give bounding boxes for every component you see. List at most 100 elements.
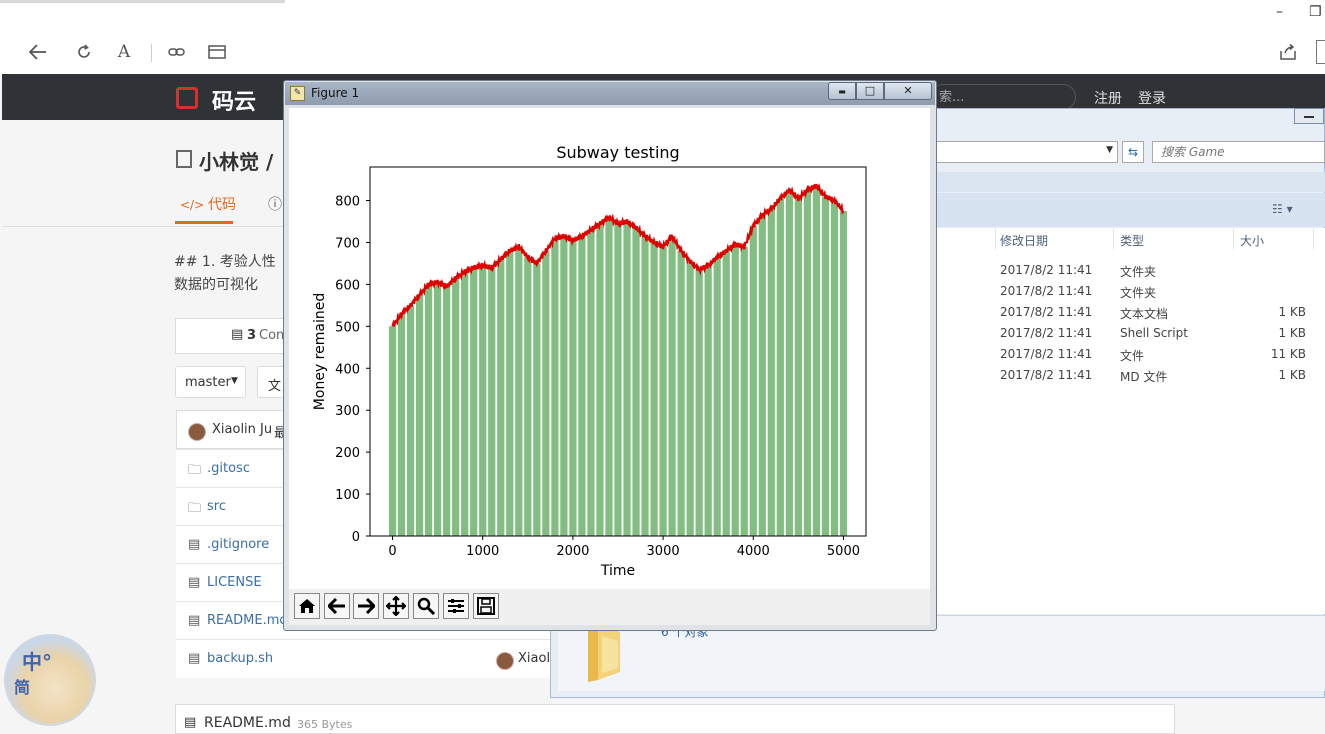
site-search-input[interactable]: 索...: [930, 84, 1076, 110]
figure-maximize-button[interactable]: □: [856, 82, 884, 100]
column-modified[interactable]: 修改日期: [1000, 232, 1048, 249]
x-axis-label: Time: [600, 563, 635, 579]
explorer-row[interactable]: 2017/8/2 11:41 文件夹: [935, 262, 1325, 282]
avatar[interactable]: [496, 652, 514, 670]
address-dropdown[interactable]: ▼: [935, 141, 1118, 163]
explorer-row[interactable]: 2017/8/2 11:41 文本文档 1 KB: [935, 304, 1325, 324]
gitee-logo-icon[interactable]: [176, 87, 198, 109]
file-name[interactable]: backup.sh: [207, 651, 273, 666]
share-button[interactable]: [1276, 40, 1300, 64]
chart-bar: [785, 190, 793, 536]
reader-mode-button[interactable]: A: [112, 40, 136, 64]
home-button[interactable]: [294, 593, 320, 619]
repo-book-icon: [176, 150, 192, 168]
refresh-button[interactable]: ⇆: [1122, 141, 1144, 163]
branch-name: master: [185, 375, 231, 390]
toolbar-divider: [151, 44, 152, 62]
explorer-row[interactable]: 2017/8/2 11:41 MD 文件 1 KB: [935, 367, 1325, 387]
explorer-cell-modified: 2017/8/2 11:41: [1000, 326, 1093, 340]
save-figure-button[interactable]: [473, 593, 499, 619]
file-icon: ▤: [188, 537, 201, 552]
issues-icon[interactable]: ⓘ: [268, 194, 282, 214]
commits-label: Con: [259, 328, 285, 343]
chart-title: Subway testing: [556, 143, 679, 162]
avatar[interactable]: [188, 423, 206, 441]
column-divider: [1313, 228, 1314, 250]
branch-select[interactable]: master ▼: [175, 366, 246, 398]
explorer-view-bar: ☷ ▾: [935, 193, 1325, 227]
back-view-button[interactable]: [324, 593, 350, 619]
chart-bar: [515, 246, 523, 536]
explorer-cell-size: 1 KB: [1278, 305, 1306, 319]
chart-bar: [614, 223, 622, 536]
link-icon: [168, 48, 185, 56]
tab-code[interactable]: </> 代码: [180, 194, 236, 214]
chart-bar: [623, 221, 631, 536]
y-tick-label: 700: [335, 236, 360, 251]
chart-bar: [803, 190, 811, 536]
figure-window-title: Figure 1: [311, 86, 360, 100]
brand-name[interactable]: 码云: [212, 84, 256, 116]
back-button[interactable]: [26, 40, 50, 64]
input-method-widget[interactable]: 中° 简: [4, 634, 96, 726]
file-name[interactable]: .gitosc: [207, 461, 250, 476]
login-link[interactable]: 登录: [1138, 88, 1166, 108]
chart-bar: [668, 236, 676, 536]
chart-bar: [406, 305, 415, 536]
chart-bar: [650, 242, 658, 536]
folder-icon: [588, 624, 620, 682]
code-icon: </>: [180, 198, 208, 212]
y-tick-label: 400: [335, 362, 360, 377]
x-tick-label: 1000: [466, 544, 499, 559]
x-tick-label: 0: [388, 544, 396, 559]
repo-title[interactable]: 小林觉 /: [199, 146, 273, 175]
figure-canvas[interactable]: 0 1000 2000 3000 4000 5000 0 100 200 300 400 500 600…: [289, 108, 930, 589]
file-name[interactable]: README.md: [207, 613, 288, 628]
commits-stat[interactable]: ▤ 3 Con: [175, 318, 287, 354]
y-tick-label: 100: [335, 488, 360, 503]
file-name[interactable]: src: [207, 499, 226, 514]
view-options-icon[interactable]: ☷ ▾: [1272, 202, 1293, 216]
commit-author[interactable]: Xiaolin Ju: [212, 422, 272, 437]
home-icon: [299, 599, 315, 613]
desc-line-1: ## 1. 考验人性: [174, 254, 276, 270]
sidebar-toggle-icon[interactable]: [1316, 40, 1325, 64]
explorer-minimize-button[interactable]: [1294, 108, 1324, 124]
chart-bar: [812, 185, 821, 536]
browser-minimize-button[interactable]: –: [1276, 4, 1283, 20]
desc-line-2: 数据的可视化: [174, 277, 258, 293]
window-button[interactable]: [205, 40, 229, 64]
copy-link-button[interactable]: [165, 40, 189, 64]
column-size[interactable]: 大小: [1240, 232, 1264, 249]
chart-bar: [767, 208, 775, 536]
file-button-label: 文: [268, 379, 282, 394]
chart-bar: [388, 326, 397, 536]
explorer-cell-modified: 2017/8/2 11:41: [1000, 368, 1093, 382]
figure-minimize-button[interactable]: ▬: [828, 82, 856, 100]
active-tab-indicator: [175, 221, 233, 224]
file-name[interactable]: LICENSE: [207, 575, 262, 590]
file-row[interactable]: ▤ backup.sh Xiaol: [176, 639, 556, 678]
readme-panel: ▤ README.md 365 Bytes: [175, 704, 1175, 734]
explorer-row[interactable]: 2017/8/2 11:41 文件 11 KB: [935, 346, 1325, 366]
browser-restore-button[interactable]: ❐: [1309, 4, 1322, 20]
pan-button[interactable]: [383, 593, 409, 619]
file-name[interactable]: .gitignore: [207, 537, 269, 552]
forward-view-button[interactable]: [353, 593, 379, 619]
explorer-row[interactable]: 2017/8/2 11:41 文件夹: [935, 283, 1325, 303]
column-type[interactable]: 类型: [1120, 232, 1144, 249]
sliders-icon: [448, 599, 464, 613]
move-icon: [386, 596, 406, 616]
zoom-button[interactable]: [413, 593, 439, 619]
explorer-cell-type: 文件夹: [1120, 286, 1157, 300]
reload-button[interactable]: [72, 40, 96, 64]
chart-bar: [488, 267, 496, 536]
figure-close-button[interactable]: ✕: [884, 82, 932, 100]
y-tick-label: 800: [335, 195, 360, 210]
chart-bar: [560, 236, 568, 536]
register-link[interactable]: 注册: [1094, 88, 1122, 108]
explorer-row[interactable]: 2017/8/2 11:41 Shell Script 1 KB: [935, 325, 1325, 345]
row-author[interactable]: Xiaol: [518, 651, 550, 666]
configure-subplots-button[interactable]: [443, 593, 469, 619]
explorer-search-input[interactable]: 搜索 Game: [1152, 141, 1325, 163]
